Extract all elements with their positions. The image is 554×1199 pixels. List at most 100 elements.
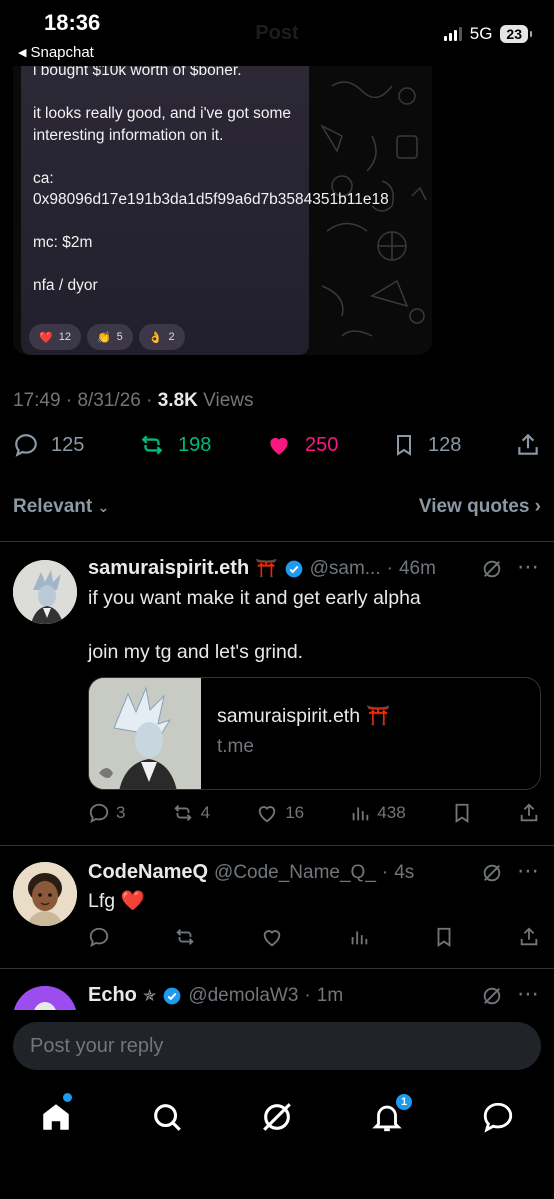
reaction-row: ❤️ 12 👏 5 👌 2 — [29, 324, 185, 350]
verified-badge-icon — [285, 560, 302, 577]
notification-badge: 1 — [394, 1092, 414, 1112]
like-button[interactable]: 16 — [255, 802, 304, 824]
verified-badge-icon — [163, 987, 181, 1004]
reply-button[interactable]: 3 — [88, 802, 125, 824]
reaction-chip: 👏 5 — [86, 324, 133, 350]
chevron-down-icon: ⌄ — [97, 499, 110, 515]
card-thumbnail — [89, 678, 201, 789]
reply-author-name[interactable]: CodeNameQ — [88, 861, 208, 884]
reply-handle[interactable]: @demolaW3 — [188, 985, 298, 1007]
reaction-chip: ❤️ 12 — [29, 324, 81, 350]
bottom-nav: 1 — [0, 1080, 554, 1199]
avatar-image — [13, 560, 77, 624]
heart-icon — [264, 930, 281, 947]
share-icon — [520, 927, 538, 946]
reply-actions: 3 4 16 438 — [88, 802, 540, 824]
chat-bubble: i bought $10k worth of $boner. it looks … — [21, 66, 389, 355]
notifications-tab[interactable]: 1 — [370, 1092, 414, 1134]
torii-emoji: ⛩️ — [255, 558, 278, 578]
reply-button[interactable] — [88, 926, 110, 948]
back-triangle-icon: ◀ — [18, 47, 27, 59]
status-indicators: 5G 23 — [443, 24, 532, 44]
like-button[interactable] — [260, 926, 284, 948]
grok-icon[interactable] — [481, 985, 503, 1007]
status-time: 18:36 — [44, 10, 101, 35]
grok-icon — [263, 1103, 291, 1131]
battery-icon: 23 — [500, 25, 532, 43]
avatar-image — [13, 862, 77, 926]
repost-icon — [141, 435, 163, 455]
chat-bubble-icon — [483, 1102, 513, 1133]
link-card[interactable]: samuraispirit.eth ⛩️ t.me — [88, 677, 541, 790]
home-icon — [43, 1104, 69, 1130]
reply-placeholder: Post your reply — [30, 1034, 164, 1057]
grok-icon[interactable] — [481, 862, 503, 884]
chat-message-text: i bought $10k worth of $boner. it looks … — [33, 66, 389, 294]
post-media[interactable]: i bought $10k worth of $boner. it looks … — [13, 66, 432, 355]
repost-button[interactable]: 198 — [138, 432, 211, 458]
repost-button[interactable]: 4 — [171, 802, 210, 824]
bookmark-button[interactable] — [433, 926, 455, 948]
home-tab[interactable] — [39, 1093, 73, 1134]
reply-icon — [15, 434, 37, 457]
more-options-icon[interactable]: ⋯ — [517, 981, 539, 1007]
divider — [0, 968, 554, 969]
share-button[interactable] — [518, 926, 540, 948]
grok-icon[interactable] — [481, 558, 503, 580]
more-options-icon[interactable]: ⋯ — [517, 554, 539, 580]
share-button[interactable] — [518, 802, 540, 824]
reply-header: Echo ✯ @demolaW3 · 1m — [88, 984, 344, 1007]
heart-filled-icon — [270, 437, 288, 455]
star-emoji: ✯ — [142, 987, 157, 1005]
view-quotes-link[interactable]: View quotes › — [419, 496, 541, 518]
back-to-app[interactable]: ◀ Snapchat — [18, 44, 94, 61]
heart-icon — [258, 806, 276, 823]
reply-actions — [88, 926, 540, 948]
share-icon — [520, 803, 538, 822]
card-title: samuraispirit.eth — [217, 704, 361, 727]
search-tab[interactable] — [150, 1100, 184, 1134]
messages-tab[interactable] — [481, 1100, 515, 1134]
view-count: 3.8K — [157, 390, 198, 411]
grok-tab[interactable] — [260, 1100, 294, 1134]
like-button[interactable]: 250 — [265, 432, 338, 458]
torii-emoji: ⛩️ — [366, 705, 391, 727]
search-icon — [154, 1104, 181, 1131]
card-domain: t.me — [217, 736, 254, 757]
reply-handle[interactable]: @Code_Name_Q_ — [214, 862, 376, 884]
repost-icon — [176, 929, 194, 945]
avatar[interactable] — [13, 862, 77, 926]
reply-button[interactable]: 125 — [13, 432, 84, 458]
sort-row: Relevant ⌄ View quotes › — [13, 496, 541, 518]
views-icon — [351, 931, 367, 945]
repost-icon — [173, 805, 192, 821]
reply-author-name[interactable]: samuraispirit.eth — [88, 557, 249, 580]
views-button[interactable] — [348, 926, 370, 948]
bookmark-button[interactable]: 128 — [392, 432, 461, 458]
divider — [0, 845, 554, 846]
reaction-chip: 👌 2 — [138, 324, 185, 350]
avatar[interactable] — [13, 560, 77, 624]
reply-time: 1m — [316, 984, 344, 1006]
repost-button[interactable] — [173, 926, 197, 948]
reply-author-name[interactable]: Echo — [88, 984, 137, 1007]
reply-header: CodeNameQ @Code_Name_Q_ · 4s — [88, 861, 415, 884]
doodle-wallpaper — [320, 81, 427, 337]
reply-input[interactable]: Post your reply — [13, 1022, 541, 1070]
chevron-right-icon: › — [534, 496, 541, 517]
reply-handle[interactable]: @sam... — [310, 558, 381, 580]
reply-icon — [89, 927, 109, 948]
views-button[interactable]: 438 — [349, 802, 406, 824]
reply-icon — [89, 803, 109, 824]
reply-text: if you want make it and get early alpha … — [88, 587, 421, 663]
sort-dropdown[interactable]: Relevant ⌄ — [13, 496, 109, 518]
reply-time: 46m — [398, 557, 436, 579]
bookmark-icon — [455, 803, 469, 823]
share-button[interactable] — [515, 432, 541, 458]
more-options-icon[interactable]: ⋯ — [517, 858, 539, 884]
bookmark-button[interactable] — [451, 802, 473, 824]
back-app-label: Snapchat — [30, 44, 94, 61]
divider — [0, 541, 554, 542]
unread-dot — [63, 1093, 72, 1102]
post-timestamp: 17:49 · 8/31/26 · 3.8K Views — [13, 390, 254, 411]
